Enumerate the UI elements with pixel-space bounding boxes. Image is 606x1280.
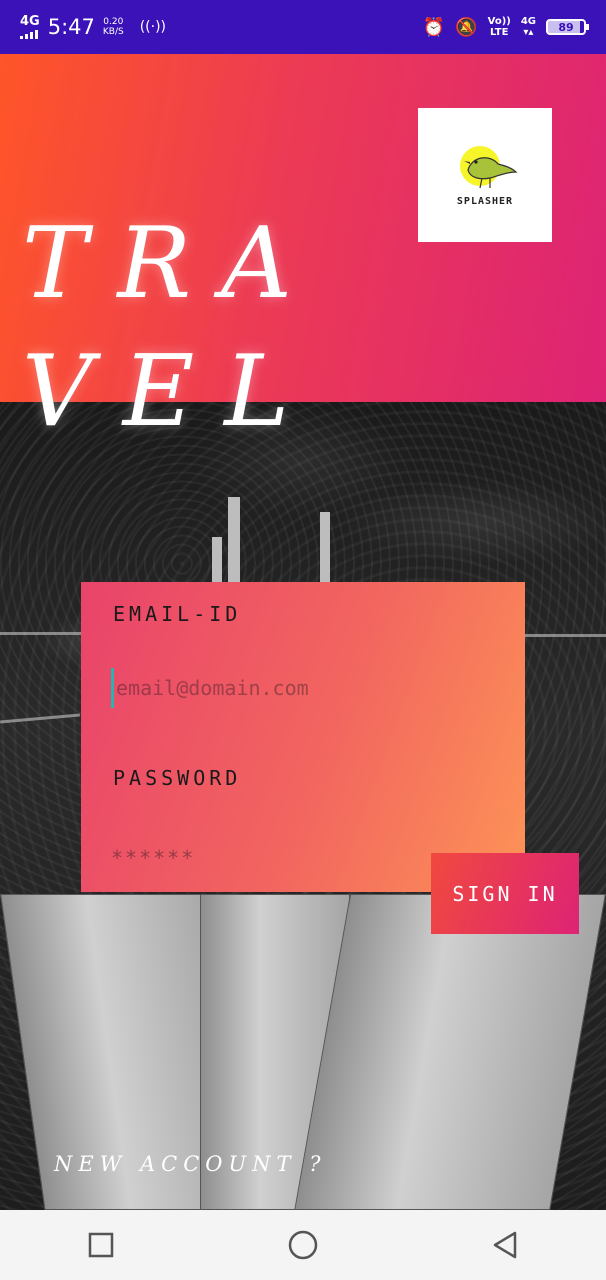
bridge-rope	[520, 634, 606, 637]
battery-level: 89	[558, 20, 574, 34]
title-line-1: TRA	[22, 207, 322, 321]
speed-unit: KB/S	[102, 27, 124, 37]
volte-indicator: Vo)) LTE	[488, 16, 511, 38]
email-input[interactable]	[111, 668, 491, 708]
hotspot-icon: ((·))	[139, 19, 167, 35]
network-type: 4G	[20, 14, 40, 29]
logo-text: SPLASHER	[456, 195, 514, 207]
square-icon	[88, 1232, 114, 1258]
network-indicator: 4G	[20, 15, 40, 39]
data-arrows-icon: ▾▴	[523, 27, 534, 38]
app-title: TRA VEL	[22, 200, 302, 456]
circle-icon	[288, 1230, 318, 1260]
logo: SPLASHER	[418, 108, 552, 242]
status-bar: 4G 5:47 0.20 KB/S ((·)) ⏰ 🔕 Vo)) LTE 4G …	[0, 0, 606, 54]
triangle-back-icon	[493, 1231, 517, 1259]
password-label: PASSWORD	[113, 766, 242, 790]
recent-apps-button[interactable]	[71, 1215, 131, 1275]
title-line-2: VEL	[22, 335, 320, 449]
home-button[interactable]	[273, 1215, 333, 1275]
speed-value: 0.20	[103, 17, 124, 27]
clock: 5:47	[47, 15, 95, 39]
data-indicator: 4G ▾▴	[521, 16, 536, 38]
network-speed: 0.20 KB/S	[103, 17, 124, 37]
alarm-icon: ⏰	[422, 16, 446, 38]
volte-label: Vo))	[487, 16, 511, 27]
email-label: EMAIL-ID	[113, 602, 242, 626]
data-type: 4G	[520, 16, 536, 27]
mute-icon: 🔕	[455, 16, 478, 38]
bird-logo-icon	[460, 145, 518, 188]
system-nav-bar	[0, 1210, 606, 1280]
lte-label: LTE	[490, 27, 509, 38]
battery-icon: 89	[546, 19, 589, 35]
sign-in-button[interactable]: SIGN IN	[431, 853, 579, 934]
login-card: EMAIL-ID PASSWORD	[81, 582, 525, 892]
bridge-rope	[0, 632, 90, 635]
new-account-link[interactable]: NEW ACCOUNT ?	[54, 1152, 327, 1176]
back-button[interactable]	[475, 1215, 535, 1275]
signal-icon	[20, 30, 38, 39]
